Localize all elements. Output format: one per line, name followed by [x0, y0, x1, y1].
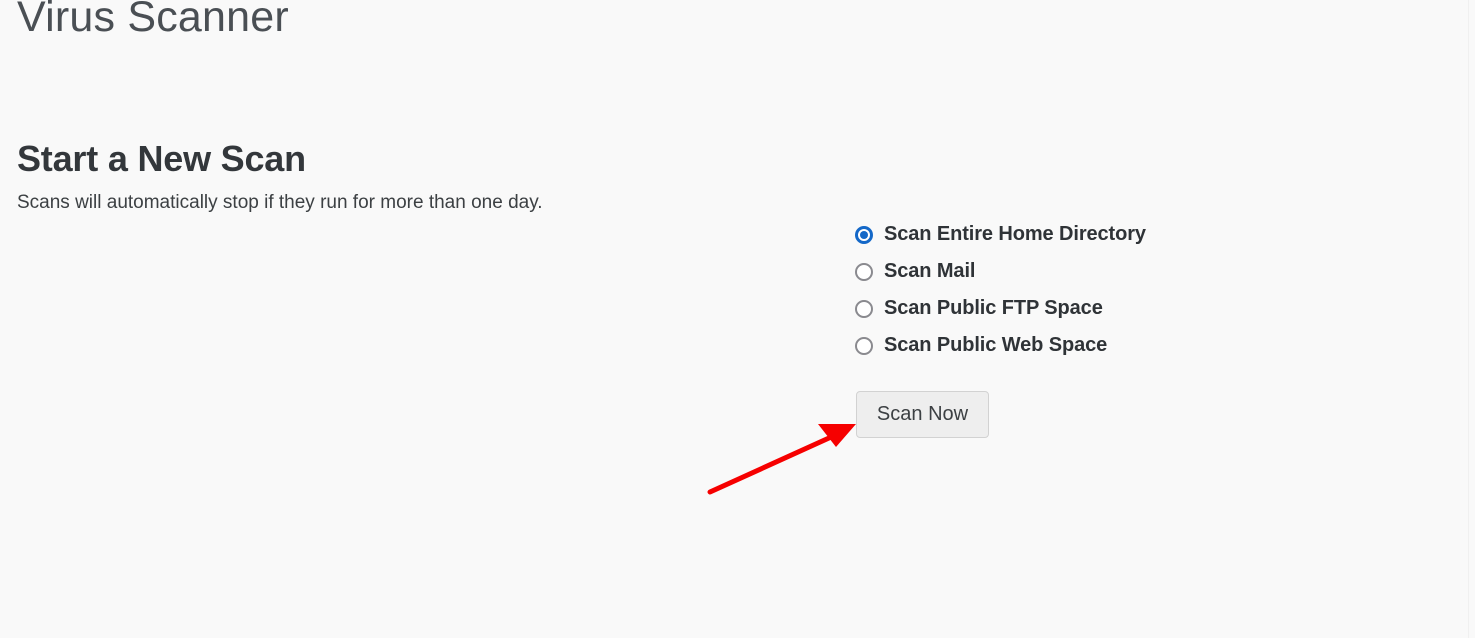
- radio-button-icon[interactable]: [855, 336, 873, 355]
- annotation-arrow-icon: [707, 424, 856, 495]
- scan-options-form: Scan Entire Home Directory Scan Mail Sca…: [855, 216, 1275, 364]
- section-heading: Start a New Scan: [17, 137, 306, 179]
- virus-scanner-page: Virus Scanner Start a New Scan Scans wil…: [0, 0, 1475, 638]
- radio-label-home[interactable]: Scan Entire Home Directory: [884, 223, 1146, 246]
- section-subtitle: Scans will automatically stop if they ru…: [17, 192, 543, 213]
- radio-option-home[interactable]: Scan Entire Home Directory: [855, 216, 1275, 253]
- radio-button-icon[interactable]: [855, 262, 873, 281]
- radio-button-icon[interactable]: [855, 299, 873, 318]
- radio-label-web[interactable]: Scan Public Web Space: [884, 334, 1107, 357]
- radio-label-ftp[interactable]: Scan Public FTP Space: [884, 297, 1103, 320]
- radio-option-ftp[interactable]: Scan Public FTP Space: [855, 290, 1275, 327]
- radio-option-web[interactable]: Scan Public Web Space: [855, 327, 1275, 364]
- page-title: Virus Scanner: [17, 0, 289, 41]
- scrollbar-track[interactable]: [1468, 0, 1469, 638]
- radio-label-mail[interactable]: Scan Mail: [884, 260, 975, 283]
- radio-option-mail[interactable]: Scan Mail: [855, 253, 1275, 290]
- radio-button-selected-icon[interactable]: [855, 225, 873, 244]
- scan-now-button[interactable]: Scan Now: [856, 391, 989, 438]
